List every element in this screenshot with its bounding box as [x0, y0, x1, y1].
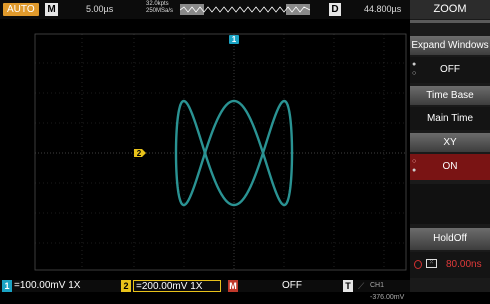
ch1-marker[interactable]: 1 [229, 35, 239, 44]
trigger-badge[interactable]: T [343, 280, 353, 292]
unselected-indicator-icon: ○ [412, 158, 417, 165]
xy-on-button[interactable]: ○ ● ON [410, 154, 490, 180]
xy-label[interactable]: XY [410, 133, 490, 152]
menu-empty-slot [410, 184, 490, 224]
ch1-badge[interactable]: 1 [2, 280, 12, 292]
holdoff-value: 80.00ns [446, 259, 482, 270]
keypad-icon: ⁙ [426, 259, 437, 268]
graticule [35, 34, 406, 270]
xy-value: ON [442, 161, 458, 172]
expand-windows-value: OFF [440, 64, 460, 75]
channel-status-bar: 1 =100.00mV 1X 2 =200.00mV 1X M OFF T ⟋ … [0, 280, 410, 301]
selected-indicator-icon: ● [412, 61, 417, 68]
selected-indicator-icon: ● [412, 167, 417, 174]
xy-display[interactable]: 1 2 [0, 0, 410, 292]
svg-text:1: 1 [232, 35, 237, 44]
trigger-value[interactable]: CH1 -376.00mV [370, 280, 410, 301]
ch1-scale[interactable]: =100.00mV 1X [14, 280, 80, 292]
main-time-button[interactable]: Main Time [410, 107, 490, 130]
grid-axes [35, 34, 406, 270]
unselected-indicator-icon: ○ [412, 70, 417, 77]
expand-windows-button[interactable]: ● ○ OFF [410, 57, 490, 83]
ch2-badge[interactable]: 2 [121, 280, 131, 292]
svg-text:2: 2 [137, 149, 142, 158]
ch2-marker[interactable]: 2 [134, 149, 146, 158]
time-base-label[interactable]: Time Base [410, 86, 490, 105]
holdoff-button[interactable]: ⁙ 80.00ns [410, 252, 490, 278]
menu-divider [410, 20, 490, 23]
rotate-knob-icon [414, 260, 422, 269]
holdoff-label[interactable]: HoldOff [410, 228, 490, 250]
menu-title: ZOOM [410, 0, 490, 19]
math-badge[interactable]: M [228, 280, 238, 292]
trigger-slope-icon: ⟋ [358, 281, 365, 291]
graticule-border [34, 33, 407, 271]
expand-windows-label[interactable]: Expand Windows [410, 36, 490, 55]
ch2-scale[interactable]: =200.00mV 1X [133, 280, 221, 292]
side-menu: ZOOM Expand Windows ● ○ OFF Time Base Ma… [410, 0, 490, 292]
math-value[interactable]: OFF [282, 280, 302, 292]
